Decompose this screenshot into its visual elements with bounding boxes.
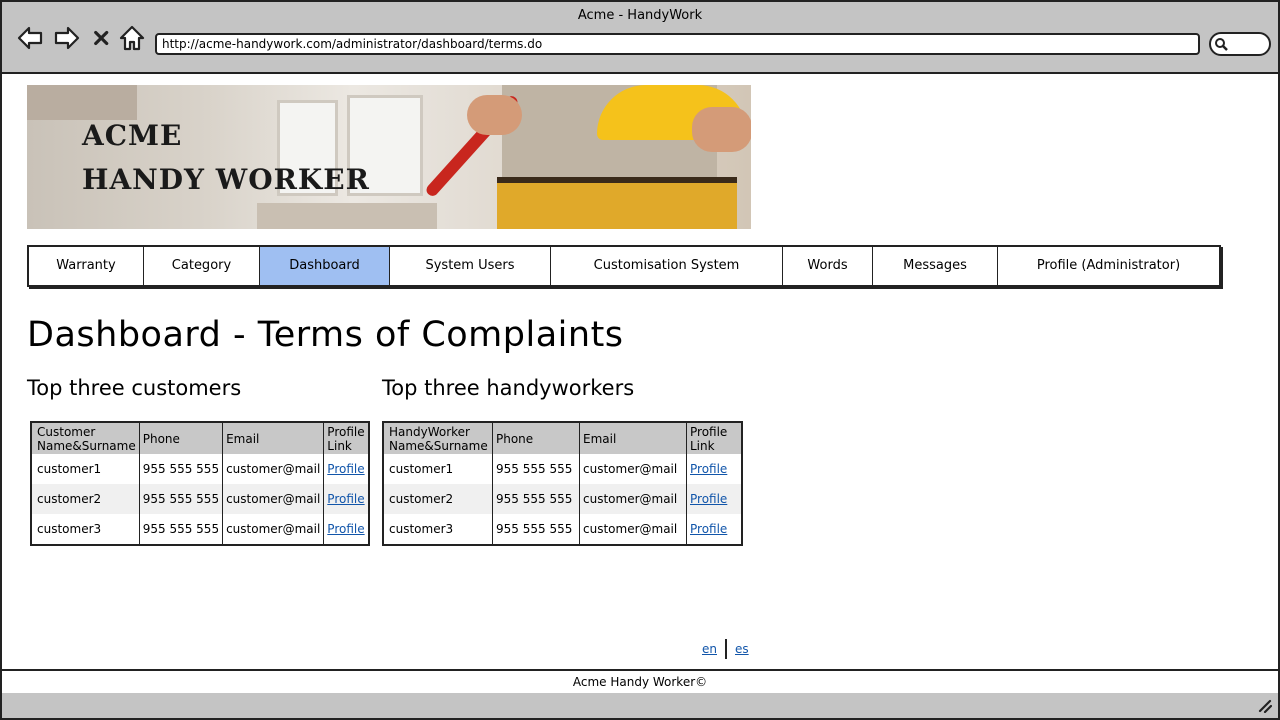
language-link-en[interactable]: en — [702, 642, 717, 656]
cell-phone: 955 555 555 — [492, 484, 580, 514]
cell-email: customer@mail — [579, 514, 687, 545]
cell-profile: Profile — [686, 484, 742, 514]
profile-link[interactable]: Profile — [690, 522, 727, 536]
page-title: Dashboard - Terms of Complaints — [27, 315, 624, 355]
cell-profile: Profile — [686, 514, 742, 545]
menu-item-system-users[interactable]: System Users — [390, 247, 551, 285]
cell-email: customer@mail — [222, 484, 324, 514]
resize-grip-icon[interactable] — [1256, 697, 1272, 713]
cell-profile: Profile — [323, 514, 369, 545]
cell-phone: 955 555 555 — [492, 514, 580, 545]
main-menu: Warranty Category Dashboard System Users… — [27, 245, 1221, 287]
window-title: Acme - HandyWork — [577, 8, 703, 23]
url-input[interactable]: http://acme-handywork.com/administrator/… — [155, 33, 1200, 55]
profile-link[interactable]: Profile — [690, 492, 727, 506]
site-banner: ACME HANDY WORKER — [27, 85, 751, 229]
table-row: customer3 955 555 555 customer@mail Prof… — [383, 514, 742, 545]
table-row: customer1 955 555 555 customer@mail Prof… — [31, 454, 369, 484]
cell-name: customer3 — [389, 522, 454, 536]
cell-name: customer2 — [383, 484, 493, 514]
forward-arrow-icon[interactable] — [53, 24, 81, 52]
toolbelt-image — [497, 177, 737, 229]
language-divider — [725, 639, 727, 659]
table-row: customer1 955 555 555 customer@mail Prof… — [383, 454, 742, 484]
menu-item-customisation-system[interactable]: Customisation System — [551, 247, 783, 285]
browser-titlebar: Acme - HandyWork http://acme-handywork.c… — [2, 2, 1278, 74]
column-header-phone: Phone — [138, 422, 223, 454]
column-header-name: HandyWorker Name&Surname — [383, 422, 493, 454]
menu-item-warranty[interactable]: Warranty — [29, 247, 144, 285]
search-input[interactable] — [1209, 32, 1271, 56]
profile-link[interactable]: Profile — [327, 462, 364, 476]
profile-link[interactable]: Profile — [327, 492, 364, 506]
table-header-row: HandyWorker Name&Surname Phone Email Pro… — [383, 422, 742, 454]
menu-item-category[interactable]: Category — [144, 247, 260, 285]
customers-table: Customer Name&Surname Phone Email Profil… — [30, 421, 370, 546]
cell-email: customer@mail — [579, 454, 687, 484]
handyworkers-table: HandyWorker Name&Surname Phone Email Pro… — [382, 421, 743, 546]
cell-phone: 955 555 555 — [138, 514, 223, 545]
cell-name: customer1 — [389, 462, 454, 476]
cell-name: customer3 — [37, 522, 102, 536]
menu-item-messages[interactable]: Messages — [873, 247, 998, 285]
back-arrow-icon[interactable] — [16, 24, 44, 52]
table-row: customer2 955 555 555 customer@mail Prof… — [383, 484, 742, 514]
handyworkers-heading: Top three handyworkers — [382, 376, 635, 400]
cell-profile: Profile — [323, 454, 369, 484]
home-icon[interactable] — [118, 24, 146, 52]
browser-window: Acme - HandyWork http://acme-handywork.c… — [0, 0, 1280, 720]
menu-item-profile-administrator[interactable]: Profile (Administrator) — [998, 247, 1219, 285]
banner-title-line1: ACME — [82, 119, 183, 152]
page-footer: Acme Handy Worker© — [2, 669, 1278, 695]
cell-email: customer@mail — [222, 514, 324, 545]
menu-item-words[interactable]: Words — [783, 247, 873, 285]
menu-item-dashboard[interactable]: Dashboard — [260, 247, 390, 285]
language-link-es[interactable]: es — [735, 642, 749, 656]
cell-phone: 955 555 555 — [138, 454, 223, 484]
table-row: customer3 955 555 555 customer@mail Prof… — [31, 514, 369, 545]
column-header-profile-link: Profile Link — [686, 422, 742, 454]
browser-statusbar — [2, 693, 1278, 718]
cell-name: customer1 — [37, 462, 102, 476]
profile-link[interactable]: Profile — [327, 522, 364, 536]
column-header-name: Customer Name&Surname — [31, 422, 140, 454]
cell-name: customer2 — [31, 484, 140, 514]
cell-email: customer@mail — [579, 484, 687, 514]
cell-profile: Profile — [686, 454, 742, 484]
column-header-email: Email — [579, 422, 687, 454]
column-header-email: Email — [222, 422, 324, 454]
close-icon[interactable] — [91, 24, 113, 52]
column-header-profile-link: Profile Link — [323, 422, 369, 454]
profile-link[interactable]: Profile — [690, 462, 727, 476]
cell-profile: Profile — [323, 484, 369, 514]
table-row: customer2 955 555 555 customer@mail Prof… — [31, 484, 369, 514]
column-header-phone: Phone — [492, 422, 580, 454]
cell-phone: 955 555 555 — [492, 454, 580, 484]
banner-title-line2: HANDY WORKER — [82, 163, 370, 196]
customers-heading: Top three customers — [27, 376, 242, 400]
cell-email: customer@mail — [222, 454, 324, 484]
search-icon — [1215, 38, 1228, 51]
cell-phone: 955 555 555 — [138, 484, 223, 514]
table-header-row: Customer Name&Surname Phone Email Profil… — [31, 422, 369, 454]
